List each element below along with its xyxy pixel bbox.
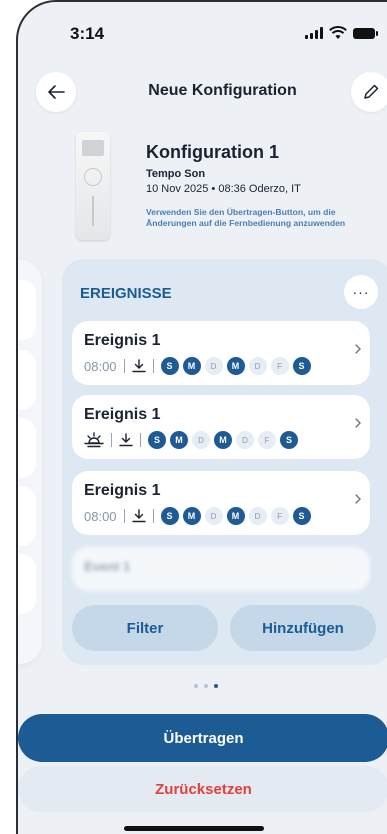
day-chip: S bbox=[148, 431, 166, 449]
config-meta: 10 Nov 2025 • 08:36 Oderzo, IT bbox=[146, 183, 301, 195]
day-chip: M bbox=[214, 431, 232, 449]
event-item[interactable]: Ereignis 1 08:00 S M D M D F S bbox=[72, 471, 370, 535]
config-hint: Verwenden Sie den Übertragen-Button, um … bbox=[146, 207, 387, 229]
day-chip: D bbox=[248, 507, 267, 525]
chevron-right-icon bbox=[355, 494, 361, 504]
events-card: EREIGNISSE ··· Ereignis 1 08:00 S M D M … bbox=[62, 259, 387, 665]
remote-image bbox=[76, 132, 110, 240]
day-chip: D bbox=[248, 357, 267, 375]
day-chip: S bbox=[292, 507, 311, 525]
page-title: Neue Konfiguration bbox=[148, 82, 297, 99]
day-chip: F bbox=[258, 431, 276, 449]
day-chip: D bbox=[204, 357, 223, 375]
day-chip: M bbox=[226, 507, 245, 525]
pencil-icon bbox=[364, 84, 379, 99]
chevron-right-icon bbox=[355, 418, 361, 428]
day-chip: S bbox=[160, 357, 179, 375]
event-title: Event 1 bbox=[84, 559, 131, 574]
signal-icon bbox=[305, 27, 323, 39]
phone-screen: 3:14 Neue Konfiguration Konfiguration 1 … bbox=[16, 0, 387, 834]
events-label: EREIGNISSE bbox=[80, 285, 172, 302]
day-chip: S bbox=[160, 507, 179, 525]
event-days: S M D M D F S bbox=[160, 357, 311, 375]
previous-card[interactable] bbox=[18, 260, 42, 664]
config-hint-line2: Änderungen auf die Fernbedienung anzuwen… bbox=[146, 218, 346, 228]
download-icon bbox=[131, 359, 146, 373]
config-hint-line1: Verwenden Sie den Übertragen-Button, um … bbox=[146, 207, 336, 217]
event-details: 08:00 S M D M D F S bbox=[84, 357, 311, 375]
config-device: Tempo Son bbox=[146, 168, 206, 180]
event-item[interactable]: Ereignis 1 08:00 S M D M D F S bbox=[72, 321, 370, 385]
day-chip: M bbox=[182, 507, 201, 525]
day-chip: F bbox=[270, 507, 289, 525]
sunrise-icon bbox=[84, 432, 104, 448]
event-time: 08:00 bbox=[84, 358, 117, 374]
event-days: S M D M D F S bbox=[148, 431, 298, 449]
day-chip: M bbox=[182, 357, 201, 375]
event-title: Ereignis 1 bbox=[84, 482, 161, 499]
event-title: Ereignis 1 bbox=[84, 406, 161, 423]
day-chip: M bbox=[226, 357, 245, 375]
edit-button[interactable] bbox=[351, 72, 387, 112]
reset-button[interactable]: Zurücksetzen bbox=[18, 766, 387, 812]
battery-icon bbox=[353, 27, 378, 39]
event-item[interactable]: Event 1 bbox=[72, 547, 370, 591]
more-button[interactable]: ··· bbox=[344, 275, 378, 309]
day-chip: D bbox=[204, 507, 223, 525]
day-chip: D bbox=[236, 431, 254, 449]
event-details: S M D M D F S bbox=[84, 431, 298, 449]
download-icon bbox=[119, 433, 133, 447]
home-indicator bbox=[124, 826, 264, 831]
chevron-right-icon bbox=[355, 344, 361, 354]
filter-button[interactable]: Filter bbox=[72, 605, 218, 651]
day-chip: S bbox=[292, 357, 311, 375]
status-time: 3:14 bbox=[70, 24, 105, 43]
event-days: S M D M D F S bbox=[160, 507, 311, 525]
event-time: 08:00 bbox=[84, 508, 117, 524]
day-chip: M bbox=[170, 431, 188, 449]
transfer-button[interactable]: Übertragen bbox=[18, 714, 387, 762]
page-indicator bbox=[194, 684, 218, 688]
add-button[interactable]: Hinzufügen bbox=[230, 605, 376, 651]
status-bar: 3:14 bbox=[18, 24, 387, 48]
day-chip: F bbox=[270, 357, 289, 375]
status-icons bbox=[305, 26, 378, 40]
day-chip: D bbox=[192, 431, 210, 449]
wifi-icon bbox=[329, 26, 347, 39]
event-details: 08:00 S M D M D F S bbox=[84, 507, 311, 525]
download-icon bbox=[131, 509, 146, 523]
event-item[interactable]: Ereignis 1 S M D M D F S bbox=[72, 395, 370, 459]
config-title: Konfiguration 1 bbox=[146, 142, 279, 162]
day-chip: S bbox=[280, 431, 298, 449]
event-title: Ereignis 1 bbox=[84, 332, 161, 349]
